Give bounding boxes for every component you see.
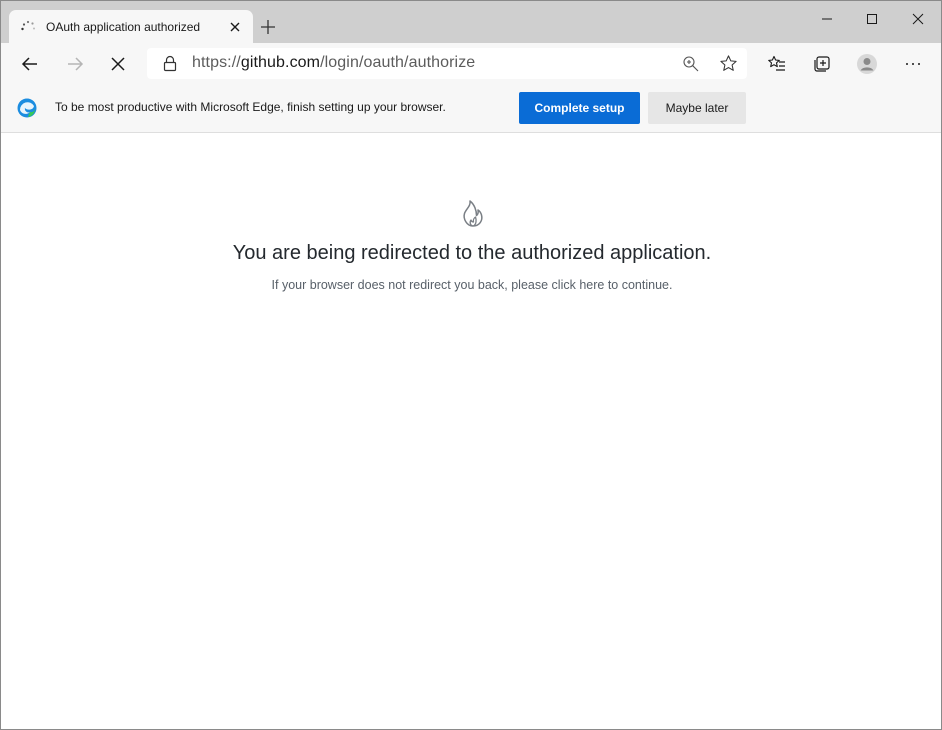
tab-oauth[interactable]: OAuth application authorized [9,10,253,43]
profile-icon[interactable] [857,54,877,74]
browser-window: OAuth application authorized https://git… [0,0,942,730]
more-icon[interactable] [903,54,923,74]
plus-icon[interactable] [259,18,277,36]
minimize-icon[interactable] [818,10,836,28]
back-arrow-icon[interactable] [20,54,40,74]
favorites-icon[interactable] [767,54,787,74]
setup-infobar: To be most productive with Microsoft Edg… [1,83,941,133]
redirect-subtext: If your browser does not redirect you ba… [271,278,673,292]
flame-icon [463,200,483,227]
complete-setup-button[interactable]: Complete setup [519,92,640,124]
loading-spinner-icon [21,20,35,31]
infobar-message: To be most productive with Microsoft Edg… [55,100,446,114]
tab-strip: OAuth application authorized [1,1,941,43]
tab-title: OAuth application authorized [46,20,201,34]
forward-arrow-icon[interactable] [65,54,85,74]
page-content: You are being redirected to the authoriz… [1,133,941,729]
click-here-link[interactable]: click here [552,278,605,292]
collections-icon[interactable] [812,54,832,74]
edge-logo-icon [17,98,37,118]
maybe-later-button[interactable]: Maybe later [648,92,746,124]
lock-icon[interactable] [162,55,178,72]
address-bar[interactable]: https://github.com/login/oauth/authorize [147,48,747,79]
maximize-icon[interactable] [863,10,881,28]
navigation-toolbar: https://github.com/login/oauth/authorize [1,43,941,83]
window-close-icon[interactable] [909,10,927,28]
stop-icon[interactable] [108,54,128,74]
zoom-icon[interactable] [682,55,700,73]
redirect-heading: You are being redirected to the authoriz… [232,242,712,264]
url-text[interactable]: https://github.com/login/oauth/authorize [192,54,475,72]
star-icon[interactable] [719,54,738,73]
close-icon[interactable] [227,19,243,35]
